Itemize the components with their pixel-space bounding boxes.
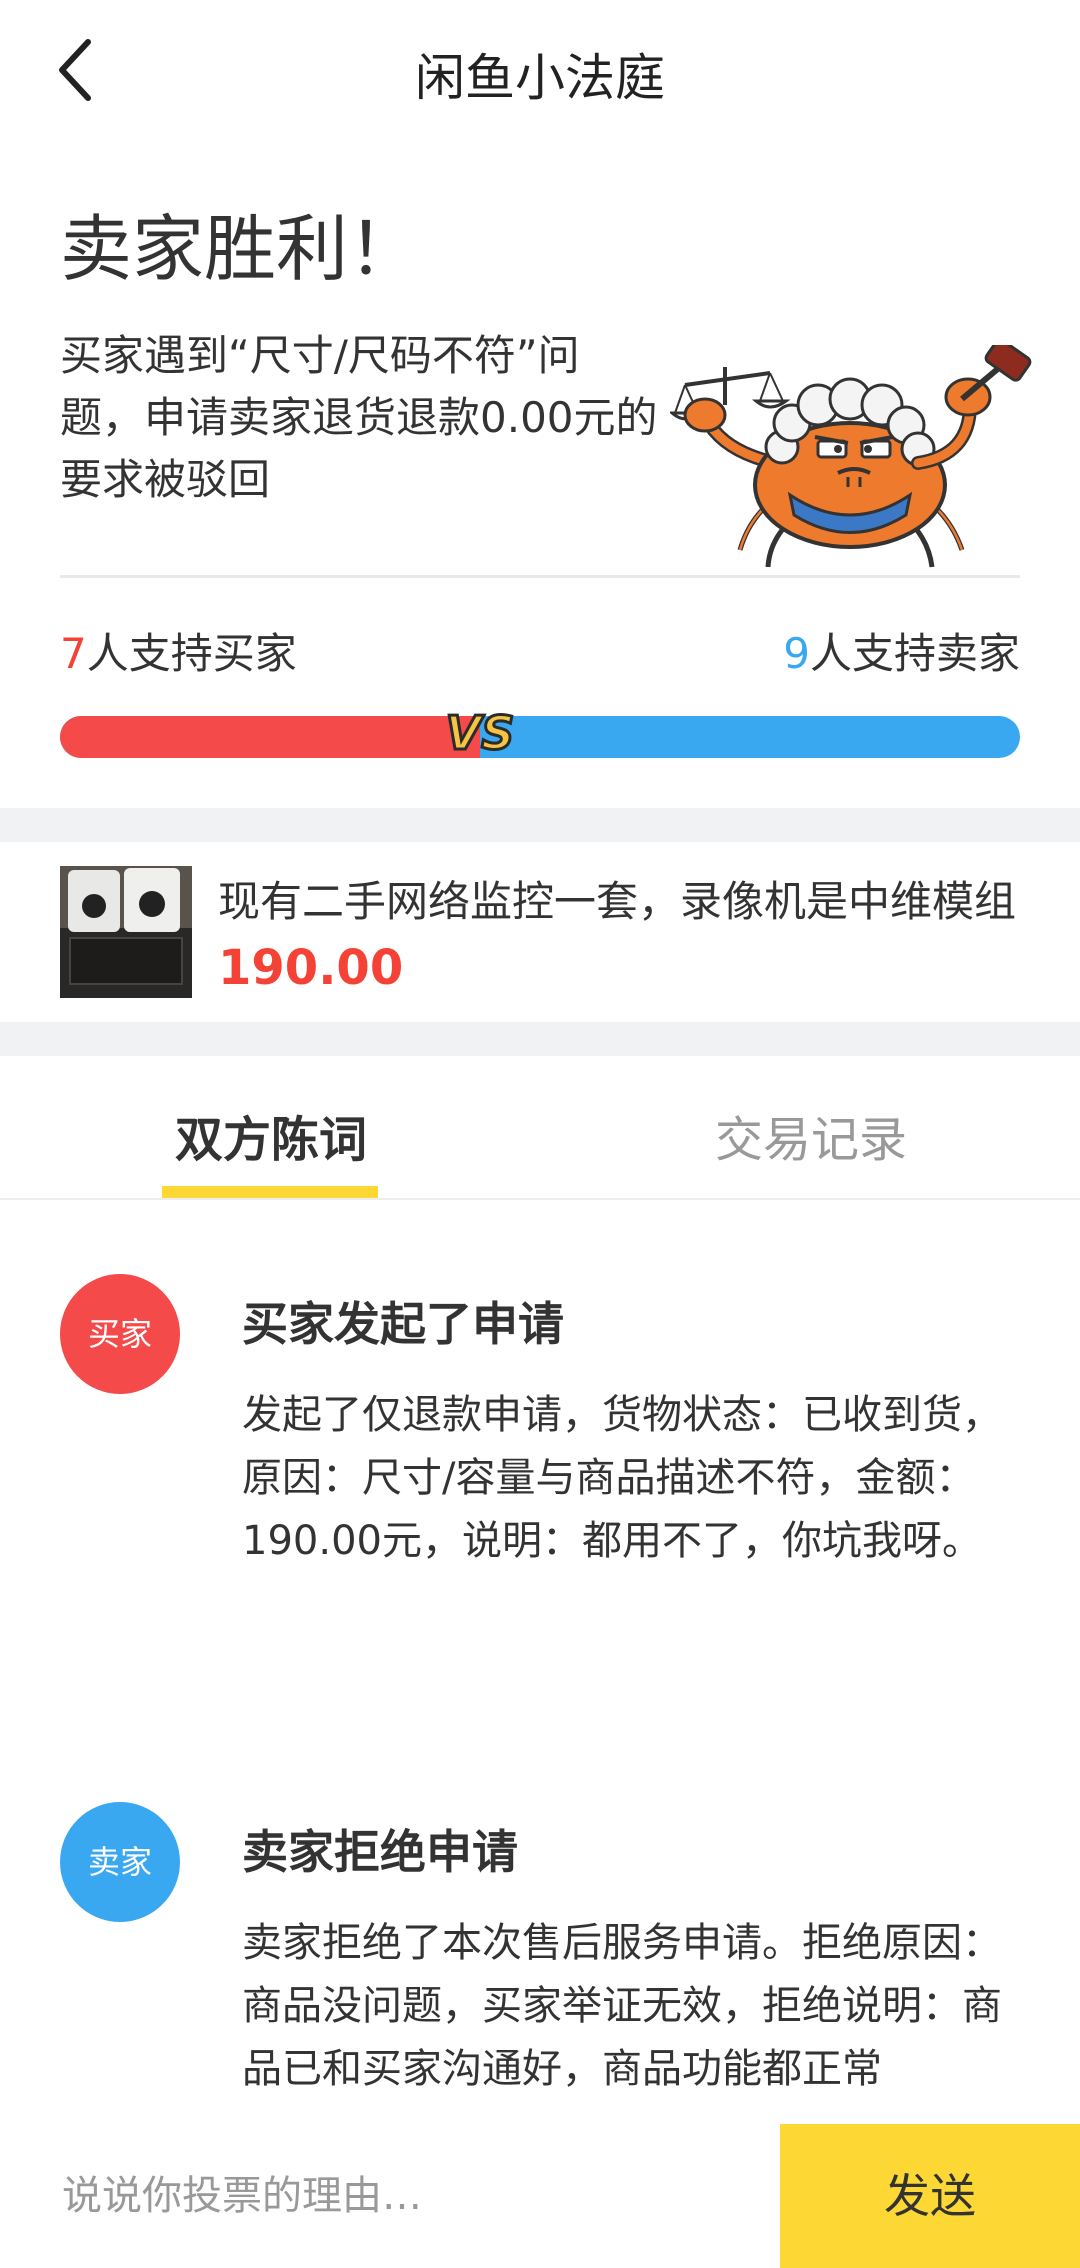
buyer-support: 7人支持买家 <box>60 620 297 681</box>
crab-judge-illustration <box>670 345 1032 568</box>
camera-product-image <box>60 866 192 998</box>
event-body: 发起了仅退款申请，货物状态：已收到货，原因：尺寸/容量与商品描述不符，金额：19… <box>242 1392 1002 1564</box>
buyer-support-label: 人支持买家 <box>86 629 297 678</box>
section-gap <box>0 1022 1080 1056</box>
verdict-title: 卖家胜利！ <box>60 207 421 291</box>
event-title: 卖家拒绝申请 <box>242 1825 518 1879</box>
seller-support: 9人支持卖家 <box>783 620 1020 681</box>
buyer-avatar: 买家 <box>60 1274 180 1394</box>
product-thumbnail[interactable] <box>60 866 192 998</box>
gavel-icon <box>960 345 1032 402</box>
vs-badge: VS <box>435 704 525 764</box>
tab-divider <box>0 1198 1080 1200</box>
vote-reason-input[interactable] <box>60 2140 764 2252</box>
send-button[interactable]: 发送 <box>780 2124 1080 2268</box>
buyer-support-count: 7 <box>60 629 87 678</box>
vote-ratio-bar <box>60 716 1020 758</box>
seller-support-label: 人支持卖家 <box>809 629 1020 678</box>
event-title: 买家发起了申请 <box>242 1297 564 1351</box>
buyer-ratio-fill <box>60 716 480 758</box>
section-divider <box>60 575 1020 578</box>
section-gap <box>0 808 1080 842</box>
product-title[interactable]: 现有二手网络监控一套，录像机是中维模组 <box>218 868 1020 929</box>
verdict-description: 买家遇到“尺寸/尺码不符”问题，申请卖家退货退款0.00元的要求被驳回 <box>60 331 658 504</box>
seller-support-count: 9 <box>783 629 810 678</box>
page-title: 闲鱼小法庭 <box>415 49 665 107</box>
active-tab-indicator <box>162 1186 378 1198</box>
event-body: 卖家拒绝了本次售后服务申请。拒绝原因：商品没问题，买家举证无效，拒绝说明：商品已… <box>242 1920 1002 2092</box>
tab-statements[interactable]: 双方陈词 <box>175 1100 367 1170</box>
vs-label: VS <box>444 705 516 762</box>
product-price: 190.00 <box>218 940 404 996</box>
app-header: 闲鱼小法庭 <box>0 0 1080 140</box>
seller-avatar: 卖家 <box>60 1802 180 1922</box>
tab-transaction-records[interactable]: 交易记录 <box>715 1100 907 1170</box>
